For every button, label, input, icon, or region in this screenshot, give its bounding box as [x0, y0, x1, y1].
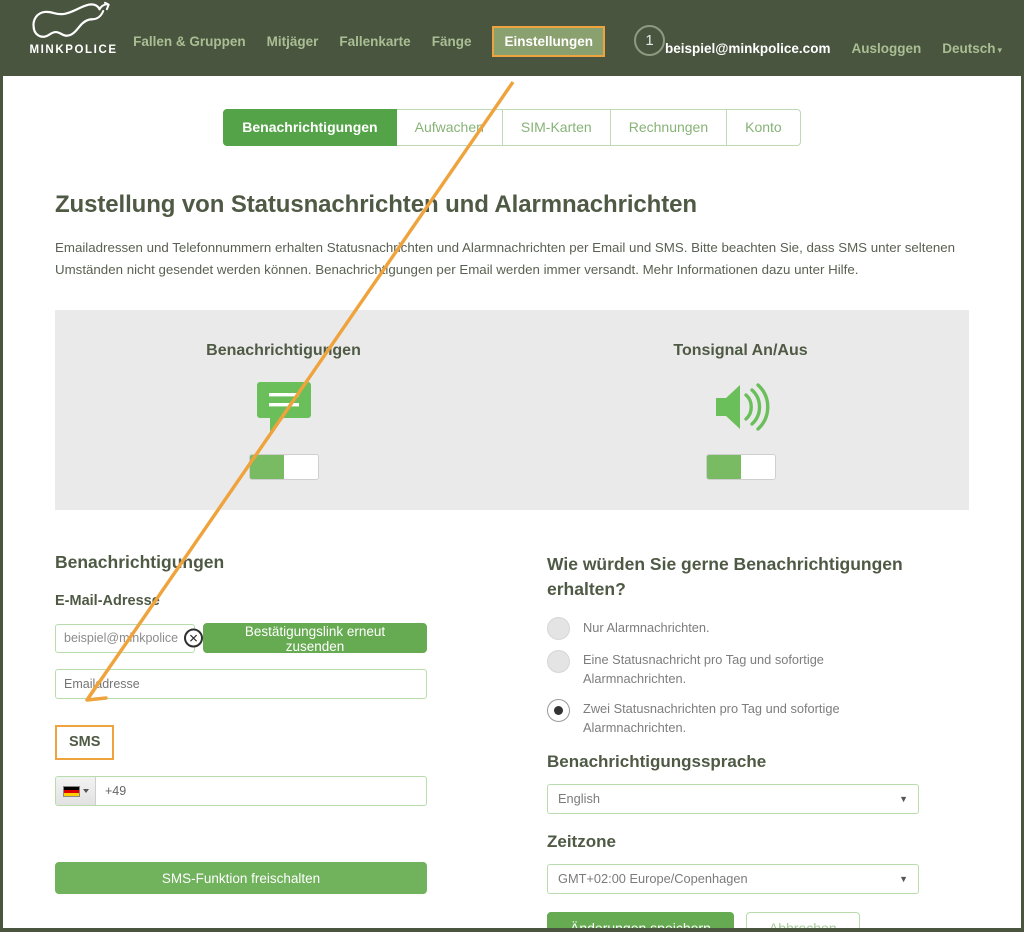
nav-item-faenge[interactable]: Fänge [432, 34, 472, 49]
radio-button[interactable] [547, 616, 570, 640]
radio-button[interactable] [547, 649, 570, 673]
radio-option-only-alarms[interactable]: Nur Alarmnachrichten. [547, 616, 919, 640]
cancel-button[interactable]: Abbrechen [745, 911, 860, 928]
radio-label: Nur Alarmnachrichten. [583, 620, 710, 636]
top-header: MINKPOLICE Fallen & Gruppen Mitjäger Fal… [3, 0, 1021, 76]
page-description: Emailadressen und Telefonnummern erhalte… [55, 240, 956, 277]
phone-input-group[interactable]: +49 [55, 776, 427, 807]
settings-tabbar: Benachrichtigungen Aufwachen SIM-Karten … [55, 109, 969, 146]
toggle-switch-tonsignal[interactable] [705, 454, 776, 481]
radio-option-one-status[interactable]: Eine Statusnachricht pro Tag und soforti… [547, 649, 919, 689]
speech-bubble-icon [256, 378, 312, 436]
tab-benachrichtigungen[interactable]: Benachrichtigungen [223, 109, 397, 146]
resend-confirmation-button[interactable]: Bestätigungslink erneut zusenden [203, 623, 427, 654]
german-flag-icon [62, 785, 80, 797]
radio-label: Zwei Statusnachrichten pro Tag und sofor… [583, 700, 840, 735]
toggle-switch-benachrichtigungen[interactable] [248, 454, 319, 481]
user-email-label: beispiel@minkpolice.com [664, 41, 831, 56]
radio-option-two-status[interactable]: Zwei Statusnachrichten pro Tag und sofor… [547, 698, 919, 738]
tab-sim-karten[interactable]: SIM-Karten [502, 109, 611, 146]
chevron-down-icon: ▾ [997, 45, 1002, 55]
save-changes-button[interactable]: Änderungen speichern [547, 911, 734, 928]
language-section-title: Benachrichtigungssprache [547, 751, 767, 771]
current-email-row: ✕ Bestätigungslink erneut zusenden [55, 623, 427, 654]
form-actions: Änderungen speichern Abbrechen [547, 911, 919, 928]
language-select[interactable]: English [547, 783, 919, 814]
language-label: Deutsch [942, 41, 996, 56]
tab-rechnungen[interactable]: Rechnungen [610, 109, 728, 146]
chevron-down-icon: ▼ [899, 793, 908, 804]
logout-link[interactable]: Ausloggen [851, 41, 921, 56]
tab-aufwachen[interactable]: Aufwachen [396, 109, 503, 146]
toggle-on-track [706, 455, 741, 480]
timezone-select[interactable]: GMT+02:00 Europe/Copenhagen [547, 863, 919, 894]
new-email-input[interactable] [55, 669, 427, 700]
timezone-section-title: Zeitzone [547, 831, 616, 851]
page-title: Zustellung von Statusnachrichten und Ala… [55, 191, 697, 218]
nav-item-einstellungen[interactable]: Einstellungen [492, 26, 605, 57]
toggle-label-tonsignal: Tonsignal An/Aus [673, 342, 808, 360]
mink-logo-icon [31, 1, 110, 38]
activate-sms-button[interactable]: SMS-Funktion freischalten [55, 862, 427, 895]
preferences-column: Wie würden Sie gerne Benachrichtigungen … [547, 552, 919, 928]
radio-button-selected[interactable] [547, 698, 570, 722]
brand-wordmark: MINKPOLICE [29, 44, 118, 56]
radio-label: Eine Statusnachricht pro Tag und soforti… [583, 651, 824, 686]
timezone-select-wrapper[interactable]: GMT+02:00 Europe/Copenhagen ▼ [547, 863, 919, 894]
settings-form: Benachrichtigungen E-Mail-Adresse ✕ Best… [55, 552, 969, 928]
country-code-selector[interactable] [56, 777, 96, 806]
speaker-volume-icon [710, 378, 772, 436]
nav-item-fallen-gruppen[interactable]: Fallen & Gruppen [133, 34, 246, 49]
sms-field-label: SMS [55, 725, 115, 761]
email-field-label: E-Mail-Adresse [55, 593, 160, 610]
nav-item-mitjaeger[interactable]: Mitjäger [267, 34, 319, 49]
main-navigation: Fallen & Gruppen Mitjäger Fallenkarte Fä… [133, 25, 665, 73]
toggle-on-track [249, 455, 284, 480]
timezone-select-value: GMT+02:00 Europe/Copenhagen [558, 871, 748, 886]
step-badge-1: 1 [633, 25, 665, 56]
circle-x-icon[interactable]: ✕ [184, 628, 203, 648]
toggle-panel: Benachrichtigungen Tonsignal An/Aus [55, 310, 969, 511]
app-window: MINKPOLICE Fallen & Gruppen Mitjäger Fal… [0, 0, 1024, 932]
preferences-question: Wie würden Sie gerne Benachrichtigungen … [547, 554, 903, 599]
toggle-knob [283, 455, 318, 480]
header-user-area: beispiel@minkpolice.com Ausloggen Deutsc… [664, 41, 1021, 73]
toggle-knob [740, 455, 775, 480]
page-content: Benachrichtigungen Aufwachen SIM-Karten … [3, 109, 1021, 928]
toggle-group-benachrichtigungen: Benachrichtigungen [55, 310, 512, 510]
toggle-group-tonsignal: Tonsignal An/Aus [512, 310, 969, 510]
chevron-down-icon [82, 789, 89, 794]
notifications-column: Benachrichtigungen E-Mail-Adresse ✕ Best… [55, 552, 427, 928]
language-selector[interactable]: Deutsch ▾ [942, 41, 1002, 56]
chevron-down-icon: ▼ [899, 873, 908, 884]
current-email-input[interactable] [55, 623, 195, 653]
toggle-label-benachrichtigungen: Benachrichtigungen [206, 342, 361, 360]
section-title-benachrichtigungen: Benachrichtigungen [55, 552, 225, 573]
nav-item-fallenkarte[interactable]: Fallenkarte [339, 34, 410, 49]
phone-number-value[interactable]: +49 [96, 777, 426, 805]
brand-logo[interactable]: MINKPOLICE [14, 0, 133, 73]
tab-konto[interactable]: Konto [727, 109, 801, 146]
language-select-wrapper[interactable]: English ▼ [547, 783, 919, 814]
current-email-wrapper: ✕ [55, 623, 203, 653]
language-select-value: English [558, 791, 600, 806]
